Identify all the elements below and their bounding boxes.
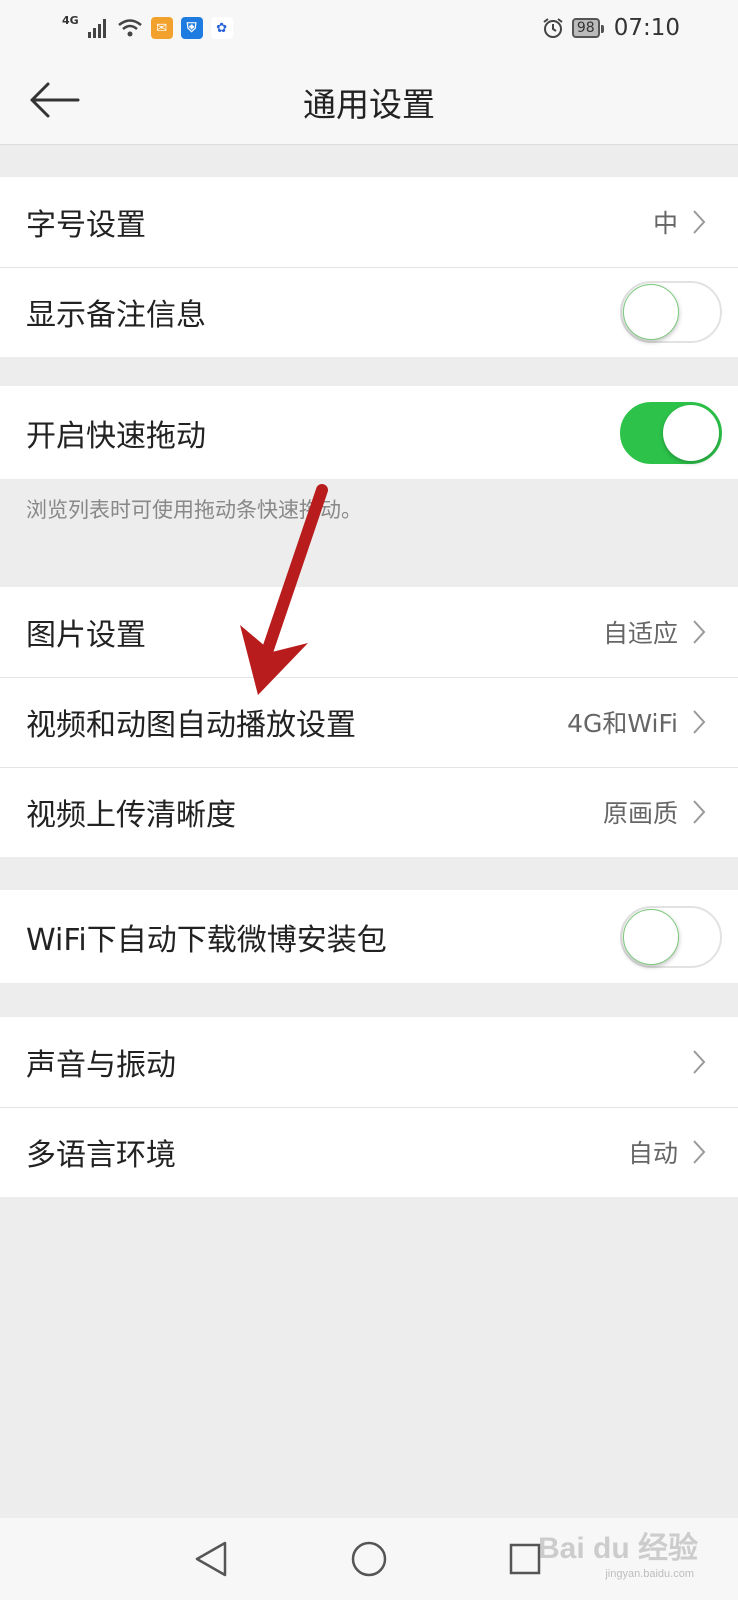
shield-notification-icon: ⛨: [180, 17, 203, 39]
triangle-back-icon: [195, 1541, 227, 1577]
nav-back-button[interactable]: [188, 1536, 234, 1582]
wifi-download-label: WiFi下自动下载微博安装包: [26, 922, 387, 958]
toggle-knob: [663, 404, 719, 461]
video-upload-setting[interactable]: 视频上传清晰度 原画质: [0, 767, 738, 857]
network-type: 4G: [62, 13, 79, 27]
video-autoplay-label: 视频和动图自动播放设置: [26, 708, 356, 743]
image-label: 图片设置: [26, 618, 146, 653]
image-setting[interactable]: 图片设置 自适应: [0, 587, 738, 677]
sound-setting[interactable]: 声音与振动: [0, 1017, 738, 1107]
language-label: 多语言环境: [26, 1138, 176, 1173]
video-autoplay-setting[interactable]: 视频和动图自动播放设置 4G和WiFi: [0, 677, 738, 767]
wifi-download-setting: WiFi下自动下载微博安装包: [0, 890, 738, 983]
status-bar-right: 98 07:10: [542, 15, 680, 41]
signal-icon: [87, 19, 106, 38]
mail-notification-icon: ✉: [150, 17, 173, 39]
alarm-icon: [543, 18, 563, 38]
quick-drag-label: 开启快速拖动: [26, 418, 206, 454]
wifi-icon: [117, 19, 142, 37]
toggle-knob: [623, 284, 679, 340]
square-recents-icon: [509, 1543, 541, 1575]
chevron-right-icon: [692, 1139, 708, 1165]
font-size-value: 中: [652, 209, 678, 238]
chevron-right-icon: [692, 1049, 708, 1075]
quick-drag-hint: 浏览列表时可使用拖动条快速拖动。: [26, 498, 362, 522]
nav-home-button[interactable]: [346, 1536, 392, 1582]
settings-group-display: 字号设置 中 显示备注信息: [0, 177, 738, 357]
page-title: 通用设置: [303, 85, 435, 124]
status-bar-left: 4G ✉ ⛨ ✿: [62, 13, 233, 39]
font-size-setting[interactable]: 字号设置 中: [0, 177, 738, 267]
title-bar: 通用设置: [0, 56, 738, 145]
show-remark-toggle[interactable]: [620, 281, 722, 343]
settings-group-download: WiFi下自动下载微博安装包: [0, 890, 738, 983]
language-value: 自动: [627, 1139, 678, 1168]
toggle-knob: [623, 908, 679, 965]
settings-group-system: 声音与振动 多语言环境 自动: [0, 1017, 738, 1197]
quick-drag-setting: 开启快速拖动: [0, 386, 738, 479]
status-bar: 4G ✉ ⛨ ✿ 98 07:10: [0, 0, 738, 56]
font-size-label: 字号设置: [26, 208, 146, 243]
wifi-download-toggle[interactable]: [620, 905, 722, 968]
chevron-right-icon: [692, 619, 708, 645]
show-remark-label: 显示备注信息: [26, 298, 206, 333]
video-upload-label: 视频上传清晰度: [26, 798, 236, 833]
settings-group-drag: 开启快速拖动: [0, 386, 738, 479]
chevron-right-icon: [692, 209, 708, 235]
chevron-right-icon: [692, 709, 708, 735]
circle-home-icon: [351, 1541, 387, 1577]
quick-drag-toggle[interactable]: [620, 401, 722, 464]
settings-group-media: 图片设置 自适应 视频和动图自动播放设置 4G和WiFi 视频上传清晰度 原画质: [0, 587, 738, 857]
show-remark-setting: 显示备注信息: [0, 267, 738, 357]
battery-indicator: 98: [571, 18, 604, 38]
video-upload-value: 原画质: [602, 799, 678, 828]
watermark-url: jingyan.baidu.com: [605, 1568, 694, 1580]
video-autoplay-value: 4G和WiFi: [567, 709, 678, 738]
clock: 07:10: [613, 15, 680, 41]
chevron-right-icon: [692, 799, 708, 825]
image-value: 自适应: [602, 619, 678, 648]
watermark-logo: Bai du 经验: [537, 1532, 698, 1565]
language-setting[interactable]: 多语言环境 自动: [0, 1107, 738, 1197]
sound-label: 声音与振动: [26, 1048, 176, 1083]
paw-notification-icon: ✿: [210, 17, 233, 39]
